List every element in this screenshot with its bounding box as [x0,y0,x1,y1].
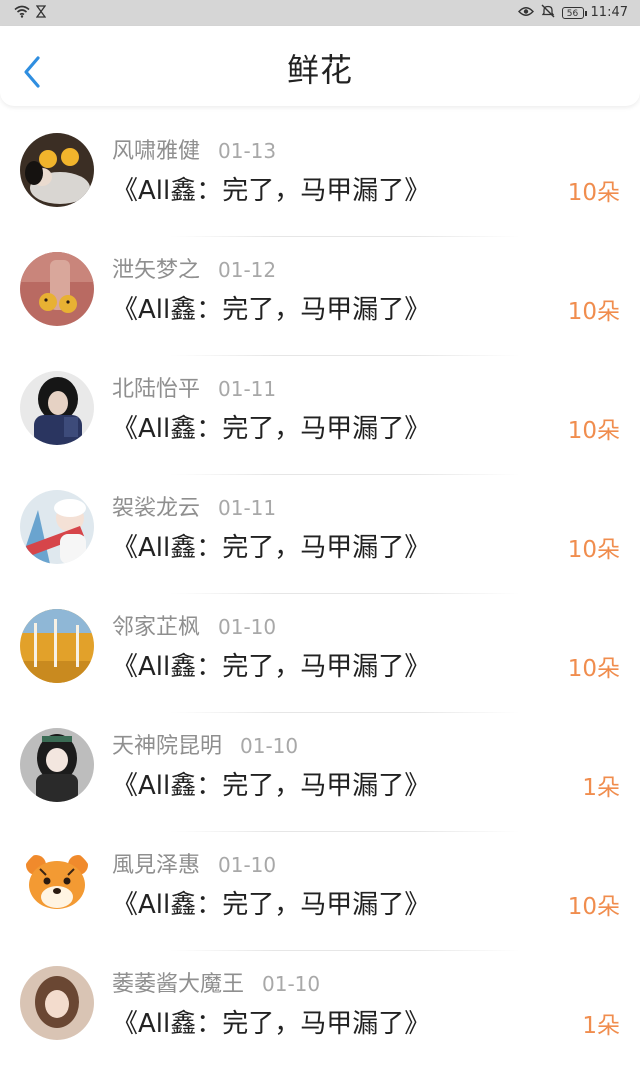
date: 01-10 [218,615,277,639]
avatar[interactable] [20,847,94,921]
date: 01-10 [240,734,299,758]
page-title: 鲜花 [286,51,353,89]
list-item[interactable]: 風見泽惠 01-10 《All鑫：完了，马甲漏了》 10朵 [0,832,640,951]
user-name-text: 風見泽惠 [112,853,201,878]
user-name-text: 泄矢梦之 [112,258,201,283]
status-time: 11:47 [590,5,628,20]
flower-count: 1朵 [582,775,620,801]
list-item[interactable]: 北陆怡平 01-11 《All鑫：完了，马甲漏了》 10朵 [0,356,640,475]
date: 01-11 [218,377,277,401]
user-name-text: 天神院昆明 [112,734,223,759]
flower-count: 1朵 [582,1013,620,1039]
list-item[interactable]: 天神院昆明 01-10 《All鑫：完了，马甲漏了》 1朵 [0,713,640,832]
eye-icon [517,6,534,21]
date: 01-13 [218,139,277,163]
navigation-bar: 鲜花 [0,26,640,106]
book-title[interactable]: 《All鑫：完了，马甲漏了》 [112,173,430,209]
user-name-text: 萎萎酱大魔王 [112,972,245,997]
avatar[interactable] [20,252,94,326]
book-title[interactable]: 《All鑫：完了，马甲漏了》 [112,411,430,447]
user-name-text: 北陆怡平 [112,377,201,402]
flower-count: 10朵 [567,894,620,920]
flower-list: 风啸雅健 01-13 《All鑫：完了，马甲漏了》 10朵 泄矢梦之 01-12 《… [0,118,640,1070]
date: 01-11 [218,496,277,520]
avatar[interactable] [20,728,94,802]
flower-count: 10朵 [567,537,620,563]
user-name-text: 风啸雅健 [112,139,201,164]
list-item[interactable]: 袈裟龙云 01-11 《All鑫：完了，马甲漏了》 10朵 [0,475,640,594]
book-title[interactable]: 《All鑫：完了，马甲漏了》 [112,887,430,923]
mute-icon [541,4,555,22]
user-name: 風見泽惠 01-10 [112,850,276,881]
user-name: 萎萎酱大魔王 01-10 [112,969,320,1000]
avatar[interactable] [20,966,94,1040]
user-name: 袈裟龙云 01-11 [112,493,276,524]
list-item[interactable]: 萎萎酱大魔王 01-10 《All鑫：完了，马甲漏了》 1朵 [0,951,640,1070]
date: 01-10 [262,972,321,996]
flower-count: 10朵 [567,656,620,682]
user-name-text: 邻家芷枫 [112,615,201,640]
avatar[interactable] [20,371,94,445]
avatar[interactable] [20,490,94,564]
book-title[interactable]: 《All鑫：完了，马甲漏了》 [112,649,430,685]
book-title[interactable]: 《All鑫：完了，马甲漏了》 [112,1006,430,1042]
avatar[interactable] [20,609,94,683]
hourglass-icon [35,4,47,22]
wifi-icon [14,5,30,22]
user-name: 天神院昆明 01-10 [112,731,298,762]
status-bar: 56 11:47 [0,0,640,26]
flower-count: 10朵 [567,180,620,206]
status-right: 56 11:47 [517,4,628,22]
status-left [14,4,47,22]
user-name: 邻家芷枫 01-10 [112,612,276,643]
flower-count: 10朵 [567,418,620,444]
book-title[interactable]: 《All鑫：完了，马甲漏了》 [112,768,430,804]
avatar[interactable] [20,133,94,207]
list-item[interactable]: 邻家芷枫 01-10 《All鑫：完了，马甲漏了》 10朵 [0,594,640,713]
list-item[interactable]: 风啸雅健 01-13 《All鑫：完了，马甲漏了》 10朵 [0,118,640,237]
battery-icon: 56 [561,7,587,19]
user-name-text: 袈裟龙云 [112,496,201,521]
list-item[interactable]: 泄矢梦之 01-12 《All鑫：完了，马甲漏了》 10朵 [0,237,640,356]
flower-count: 10朵 [567,299,620,325]
date: 01-10 [218,853,277,877]
book-title[interactable]: 《All鑫：完了，马甲漏了》 [112,530,430,566]
book-title[interactable]: 《All鑫：完了，马甲漏了》 [112,292,430,328]
user-name: 风啸雅健 01-13 [112,136,276,167]
user-name: 泄矢梦之 01-12 [112,255,276,286]
user-name: 北陆怡平 01-11 [112,374,276,405]
date: 01-12 [218,258,277,282]
